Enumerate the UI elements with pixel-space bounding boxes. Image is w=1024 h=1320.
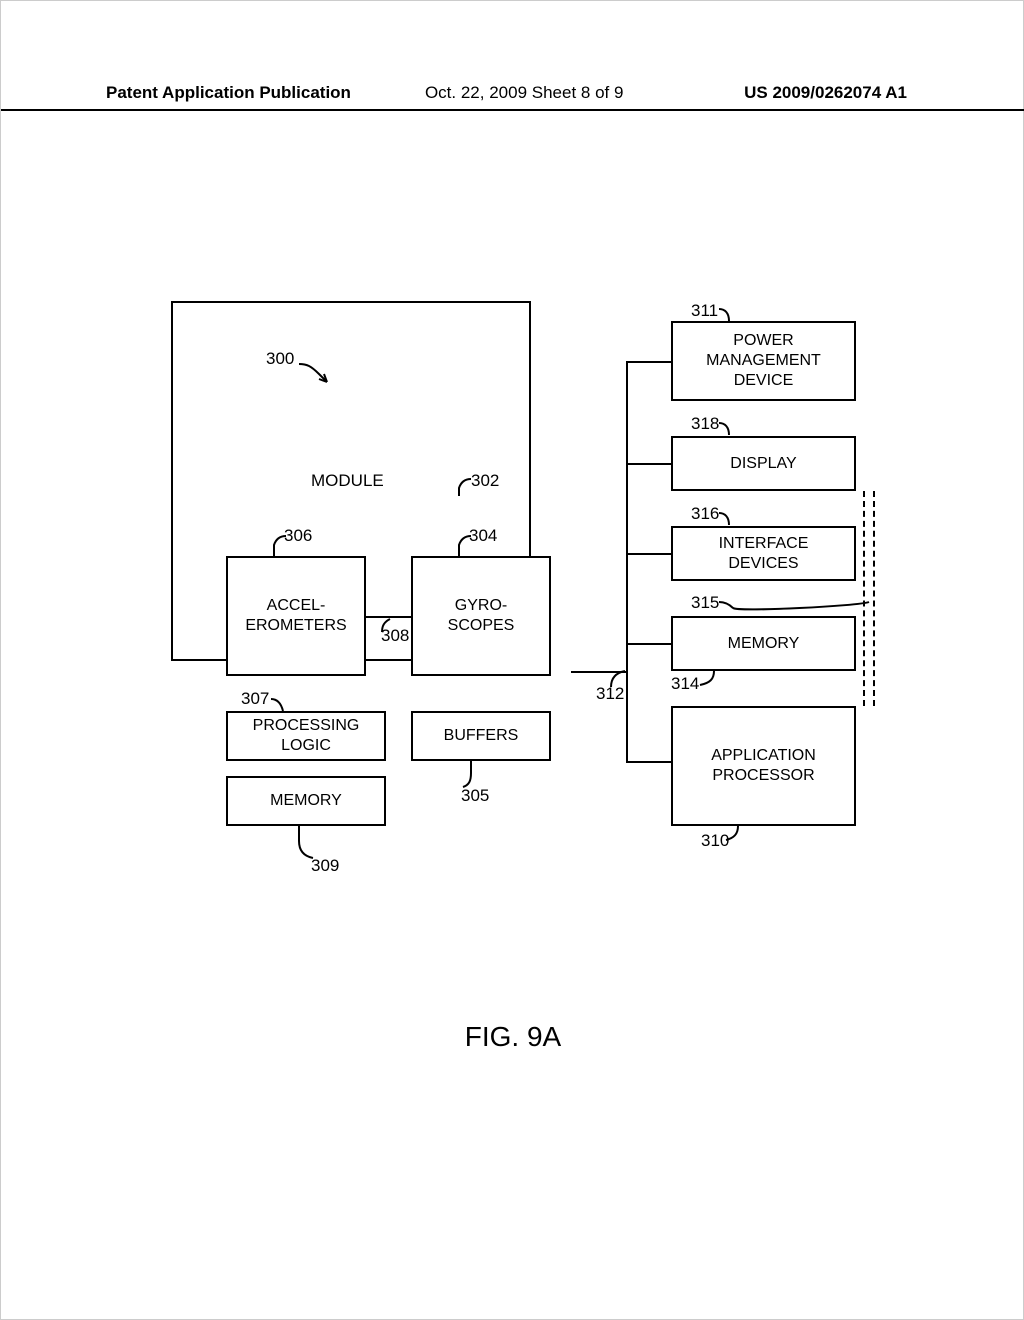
bus-to-memory [626, 643, 671, 645]
ref-dashed: 315 [691, 593, 719, 613]
ref-accel: 306 [284, 526, 312, 546]
page-header: Patent Application Publication Oct. 22, … [1, 83, 1024, 111]
ref-module: 302 [471, 471, 499, 491]
buffers-label: BUFFERS [444, 726, 519, 746]
display-block: DISPLAY [671, 436, 856, 491]
leader-306 [266, 533, 288, 558]
leader-309 [291, 826, 319, 861]
accelerometers-label: ACCEL- EROMETERS [245, 596, 346, 636]
leader-312 [609, 669, 629, 689]
ref-gyro: 304 [469, 526, 497, 546]
buffers-block: BUFFERS [411, 711, 551, 761]
leader-305 [461, 761, 483, 789]
leader-315 [719, 598, 879, 616]
ref-iface: 316 [691, 504, 719, 524]
system-memory-block: MEMORY [671, 616, 856, 671]
gyroscopes-block: GYRO- SCOPES [411, 556, 551, 676]
processing-logic-label: PROCESSING LOGIC [253, 716, 360, 756]
power-management-block: POWER MANAGEMENT DEVICE [671, 321, 856, 401]
module-memory-label: MEMORY [270, 791, 342, 811]
leader-307 [271, 693, 291, 713]
ref-proc: 307 [241, 689, 269, 709]
leader-300 [299, 356, 339, 386]
system-memory-label: MEMORY [728, 634, 800, 654]
leader-310 [726, 826, 748, 844]
module-memory-block: MEMORY [226, 776, 386, 826]
leader-311 [719, 305, 739, 323]
application-processor-block: APPLICATION PROCESSOR [671, 706, 856, 826]
leader-304 [451, 533, 473, 558]
block-diagram: 300 MODULE 302 ACCEL- EROMETERS 306 GYRO… [171, 301, 891, 901]
figure-caption: FIG. 9A [1, 1021, 1024, 1053]
ref-buffers: 305 [461, 786, 489, 806]
interface-devices-label: INTERFACE DEVICES [719, 534, 809, 574]
bus-to-app [626, 761, 671, 763]
display-label: DISPLAY [730, 454, 796, 474]
bus-to-pmd [626, 361, 671, 363]
bus-to-display [626, 463, 671, 465]
interface-devices-block: INTERFACE DEVICES [671, 526, 856, 581]
module-title: MODULE [311, 471, 384, 491]
application-processor-label: APPLICATION PROCESSOR [711, 746, 816, 786]
ref-system: 300 [266, 349, 294, 369]
gyroscopes-label: GYRO- SCOPES [448, 596, 515, 636]
power-management-label: POWER MANAGEMENT DEVICE [706, 331, 821, 391]
accelerometers-block: ACCEL- EROMETERS [226, 556, 366, 676]
leader-316 [719, 509, 739, 527]
ref-display: 318 [691, 414, 719, 434]
leader-314 [696, 671, 718, 689]
ref-pmd: 311 [691, 301, 718, 321]
processing-logic-block: PROCESSING LOGIC [226, 711, 386, 761]
leader-308 [376, 616, 394, 634]
page-frame: Patent Application Publication Oct. 22, … [0, 0, 1024, 1320]
header-pub-number: US 2009/0262074 A1 [744, 83, 907, 103]
leader-318 [719, 419, 739, 437]
header-sheet-info: Oct. 22, 2009 Sheet 8 of 9 [425, 83, 623, 103]
system-bus [626, 361, 628, 761]
leader-302 [451, 476, 473, 498]
bus-to-iface [626, 553, 671, 555]
header-publication: Patent Application Publication [106, 83, 351, 103]
